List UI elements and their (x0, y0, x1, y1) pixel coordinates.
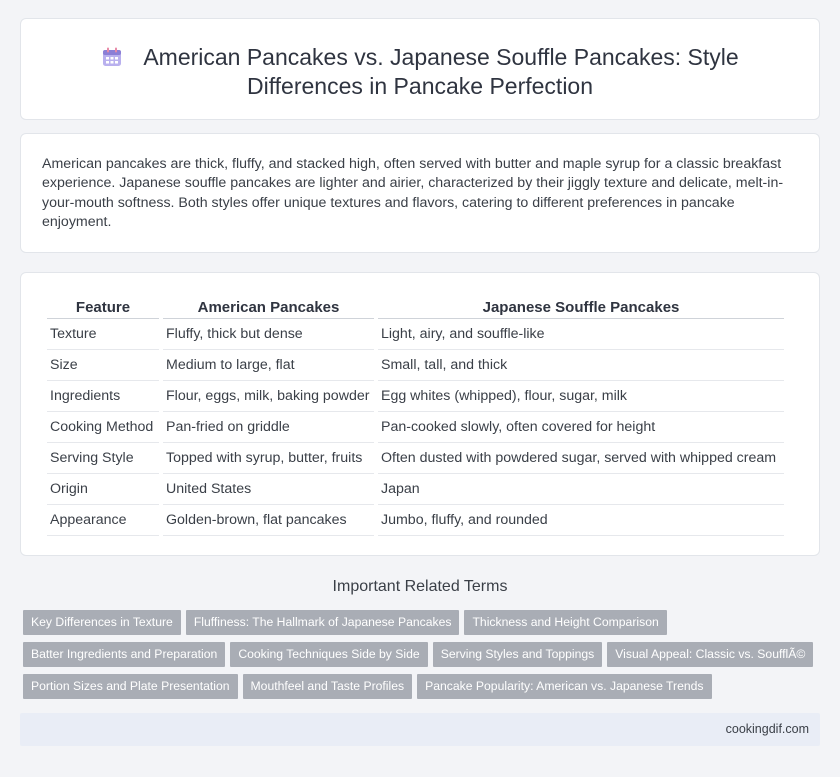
tag-link[interactable]: Serving Styles and Toppings (432, 642, 603, 667)
tag-link[interactable]: Portion Sizes and Plate Presentation (23, 674, 238, 699)
table-header-row: Feature American Pancakes Japanese Souff… (47, 295, 784, 319)
tag-link[interactable]: Mouthfeel and Taste Profiles (242, 674, 413, 699)
cell-american: Medium to large, flat (163, 350, 374, 381)
cell-feature: Size (47, 350, 159, 381)
intro-card: American pancakes are thick, fluffy, and… (20, 133, 820, 253)
tag-link[interactable]: Pancake Popularity: American vs. Japanes… (417, 674, 712, 699)
tag-link[interactable]: Cooking Techniques Side by Side (230, 642, 428, 667)
cell-american: Fluffy, thick but dense (163, 319, 374, 350)
related-tags: Key Differences in Texture Fluffiness: Th… (23, 610, 823, 706)
tag-link[interactable]: Key Differences in Texture (23, 610, 181, 635)
cell-feature: Texture (47, 319, 159, 350)
cell-feature: Serving Style (47, 443, 159, 474)
tag-link[interactable]: Visual Appeal: Classic vs. SoufflÃ© (607, 642, 814, 667)
table-row: Ingredients Flour, eggs, milk, baking po… (47, 381, 784, 412)
page-title-wrap: American Pancakes vs. Japanese Souffle P… (21, 43, 819, 101)
header-japanese: Japanese Souffle Pancakes (378, 295, 784, 319)
header-american: American Pancakes (163, 295, 374, 319)
comparison-card: Feature American Pancakes Japanese Souff… (20, 272, 820, 556)
footer-site-link[interactable]: cookingdif.com (726, 722, 809, 736)
cell-japanese: Japan (378, 474, 784, 505)
tag-row: Batter Ingredients and Preparation Cookin… (23, 642, 823, 674)
cell-japanese: Light, airy, and souffle-like (378, 319, 784, 350)
cell-feature: Cooking Method (47, 412, 159, 443)
comparison-table: Feature American Pancakes Japanese Souff… (43, 295, 788, 536)
cell-feature: Origin (47, 474, 159, 505)
table-row: Size Medium to large, flat Small, tall, … (47, 350, 784, 381)
tag-link[interactable]: Thickness and Height Comparison (464, 610, 667, 635)
cell-feature: Appearance (47, 505, 159, 536)
calendar-icon (103, 47, 122, 66)
cell-japanese: Jumbo, fluffy, and rounded (378, 505, 784, 536)
cell-american: Pan-fried on griddle (163, 412, 374, 443)
tag-link[interactable]: Batter Ingredients and Preparation (23, 642, 226, 667)
cell-american: Golden-brown, flat pancakes (163, 505, 374, 536)
tag-link[interactable]: Fluffiness: The Hallmark of Japanese Pan… (185, 610, 460, 635)
table-row: Appearance Golden-brown, flat pancakes J… (47, 505, 784, 536)
tag-row: Portion Sizes and Plate Presentation Mout… (23, 674, 823, 706)
page-title: American Pancakes vs. Japanese Souffle P… (143, 44, 739, 99)
table-row: Serving Style Topped with syrup, butter,… (47, 443, 784, 474)
cell-american: Topped with syrup, butter, fruits (163, 443, 374, 474)
cell-japanese: Pan-cooked slowly, often covered for hei… (378, 412, 784, 443)
title-card: American Pancakes vs. Japanese Souffle P… (20, 18, 820, 120)
footer-bar: cookingdif.com (20, 713, 820, 746)
table-row: Texture Fluffy, thick but dense Light, a… (47, 319, 784, 350)
cell-american: United States (163, 474, 374, 505)
cell-feature: Ingredients (47, 381, 159, 412)
cell-japanese: Often dusted with powdered sugar, served… (378, 443, 784, 474)
cell-japanese: Small, tall, and thick (378, 350, 784, 381)
related-terms-heading: Important Related Terms (332, 578, 508, 595)
table-row: Cooking Method Pan-fried on griddle Pan-… (47, 412, 784, 443)
header-feature: Feature (47, 295, 159, 319)
table-row: Origin United States Japan (47, 474, 784, 505)
intro-paragraph: American pancakes are thick, fluffy, and… (42, 156, 784, 231)
cell-japanese: Egg whites (whipped), flour, sugar, milk (378, 381, 784, 412)
tag-row: Key Differences in Texture Fluffiness: Th… (23, 610, 823, 642)
cell-american: Flour, eggs, milk, baking powder (163, 381, 374, 412)
